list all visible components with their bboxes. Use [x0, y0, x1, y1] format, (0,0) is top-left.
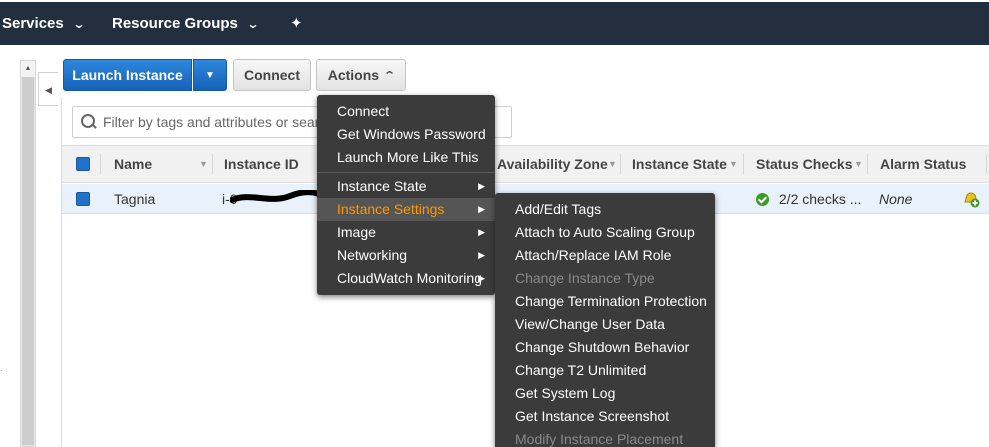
alarm-add-icon[interactable]	[962, 190, 980, 208]
row-checkbox[interactable]	[76, 192, 90, 206]
chevron-right-icon: ▶	[478, 250, 485, 260]
menu-item-label: Modify Instance Placement	[515, 431, 684, 447]
menu-item-launch-more-like-this[interactable]: Launch More Like This	[317, 146, 495, 169]
menu-item-networking[interactable]: Networking ▶	[317, 244, 495, 267]
menu-item-instance-state[interactable]: Instance State ▶	[317, 175, 495, 198]
search-placeholder: Filter by tags and attributes or search	[103, 114, 335, 130]
menu-item-cloudwatch-monitoring[interactable]: CloudWatch Monitoring ▶	[317, 267, 495, 290]
menu-item-get-system-log[interactable]: Get System Log	[495, 382, 715, 405]
caret-down-icon: ▼	[205, 69, 215, 81]
menu-item-label: Instance State	[337, 178, 427, 194]
menu-item-label: Change T2 Unlimited	[515, 362, 647, 378]
menu-item-label: Change Termination Protection	[515, 293, 707, 309]
column-header-alarm-status[interactable]: Alarm Status	[880, 146, 966, 182]
menu-item-view-change-user-data[interactable]: View/Change User Data	[495, 313, 715, 336]
launch-instance-dropdown[interactable]: ▼	[193, 59, 227, 91]
menu-item-label: Attach/Replace IAM Role	[515, 247, 672, 263]
menu-item-label: View/Change User Data	[515, 316, 665, 332]
cell-name: Tagnia	[114, 191, 156, 207]
caret-up-icon: ⌃	[383, 69, 397, 82]
column-header-instance-id[interactable]: Instance ID	[224, 146, 299, 182]
column-divider	[212, 154, 213, 174]
menu-item-connect[interactable]: Connect	[317, 100, 495, 123]
menu-item-label: Add/Edit Tags	[515, 201, 602, 217]
column-header-name[interactable]: Name	[114, 146, 152, 182]
services-label: Services	[2, 15, 64, 32]
menu-item-label: Get Instance Screenshot	[515, 408, 670, 424]
sort-caret-icon[interactable]: ▼	[854, 146, 863, 182]
menu-separator	[317, 172, 495, 173]
menu-item-get-windows-password[interactable]: Get Windows Password	[317, 123, 495, 146]
menu-item-label: Launch More Like This	[337, 149, 479, 165]
chevron-right-icon: ▶	[478, 227, 485, 237]
menu-item-change-instance-type: Change Instance Type	[495, 267, 715, 290]
search-icon	[81, 114, 97, 130]
table-header: Name ▼ Instance ID Availability Zone ▼ I…	[62, 145, 989, 183]
column-divider	[867, 154, 868, 174]
launch-instance-label: Launch Instance	[72, 67, 183, 83]
top-nav-bar: Services ⌄ Resource Groups ⌄ ✦	[0, 0, 989, 45]
resource-groups-menu[interactable]: Resource Groups ⌄	[112, 15, 260, 32]
menu-item-attach-replace-iam-role[interactable]: Attach/Replace IAM Role	[495, 244, 715, 267]
collapse-left-icon[interactable]: ◀	[38, 72, 58, 106]
column-divider	[620, 154, 621, 174]
pin-icon[interactable]: ✦	[290, 14, 303, 32]
sort-caret-icon[interactable]: ▼	[608, 146, 617, 182]
actions-label: Actions	[327, 67, 380, 83]
gutter-mark: ·	[0, 365, 4, 376]
actions-menu: Connect Get Windows Password Launch More…	[317, 95, 495, 295]
menu-item-change-t2-unlimited[interactable]: Change T2 Unlimited	[495, 359, 715, 382]
menu-item-label: Get System Log	[515, 385, 616, 401]
cell-status-checks: 2/2 checks ...	[756, 184, 861, 214]
services-menu[interactable]: Services ⌄	[2, 15, 86, 32]
menu-item-label: Image	[337, 224, 376, 240]
menu-item-get-instance-screenshot[interactable]: Get Instance Screenshot	[495, 405, 715, 428]
chevron-right-icon: ▶	[478, 181, 485, 191]
column-divider	[100, 154, 101, 174]
connect-label: Connect	[244, 67, 300, 83]
sort-caret-icon[interactable]: ▼	[199, 146, 208, 182]
menu-item-label: Instance Settings	[337, 201, 445, 217]
status-checks-text[interactable]: 2/2 checks ...	[779, 191, 861, 207]
column-header-status-checks[interactable]: Status Checks	[756, 146, 852, 182]
instance-settings-submenu: Add/Edit Tags Attach to Auto Scaling Gro…	[495, 193, 715, 447]
actions-button[interactable]: Actions ⌃	[316, 59, 406, 91]
menu-item-label: CloudWatch Monitoring	[337, 270, 482, 286]
menu-item-label: Attach to Auto Scaling Group	[515, 224, 695, 240]
resource-groups-label: Resource Groups	[112, 15, 238, 32]
chevron-down-icon: ⌄	[246, 16, 260, 31]
scroll-thumb[interactable]	[22, 77, 34, 445]
scroll-up-icon[interactable]: ▲	[21, 61, 35, 77]
cell-alarm-status: None	[879, 191, 913, 207]
menu-item-label: Networking	[337, 247, 408, 263]
launch-instance-button[interactable]: Launch Instance	[63, 59, 192, 91]
menu-item-add-edit-tags[interactable]: Add/Edit Tags	[495, 198, 715, 221]
chevron-right-icon: ▶	[478, 204, 485, 214]
connect-button[interactable]: Connect	[233, 59, 311, 91]
sort-caret-icon[interactable]: ▼	[729, 146, 738, 182]
vertical-scrollbar[interactable]: ▲	[20, 60, 36, 447]
menu-item-change-shutdown-behavior[interactable]: Change Shutdown Behavior	[495, 336, 715, 359]
column-divider	[743, 154, 744, 174]
column-header-instance-state[interactable]: Instance State	[632, 146, 727, 182]
menu-item-label: Change Instance Type	[515, 270, 655, 286]
menu-item-label: Get Windows Password	[337, 126, 486, 142]
select-all-checkbox[interactable]	[76, 157, 90, 171]
menu-item-modify-instance-placement: Modify Instance Placement	[495, 428, 715, 447]
chevron-right-icon: ▶	[478, 273, 485, 283]
menu-item-label: Change Shutdown Behavior	[515, 339, 690, 355]
column-divider	[986, 154, 987, 174]
check-circle-icon	[756, 193, 769, 206]
menu-item-attach-auto-scaling-group[interactable]: Attach to Auto Scaling Group	[495, 221, 715, 244]
menu-item-change-termination-protection[interactable]: Change Termination Protection	[495, 290, 715, 313]
column-header-availability-zone[interactable]: Availability Zone	[497, 146, 608, 182]
chevron-down-icon: ⌄	[72, 16, 86, 31]
menu-item-label: Connect	[337, 103, 390, 119]
menu-item-instance-settings[interactable]: Instance Settings ▶	[317, 198, 495, 221]
menu-item-image[interactable]: Image ▶	[317, 221, 495, 244]
